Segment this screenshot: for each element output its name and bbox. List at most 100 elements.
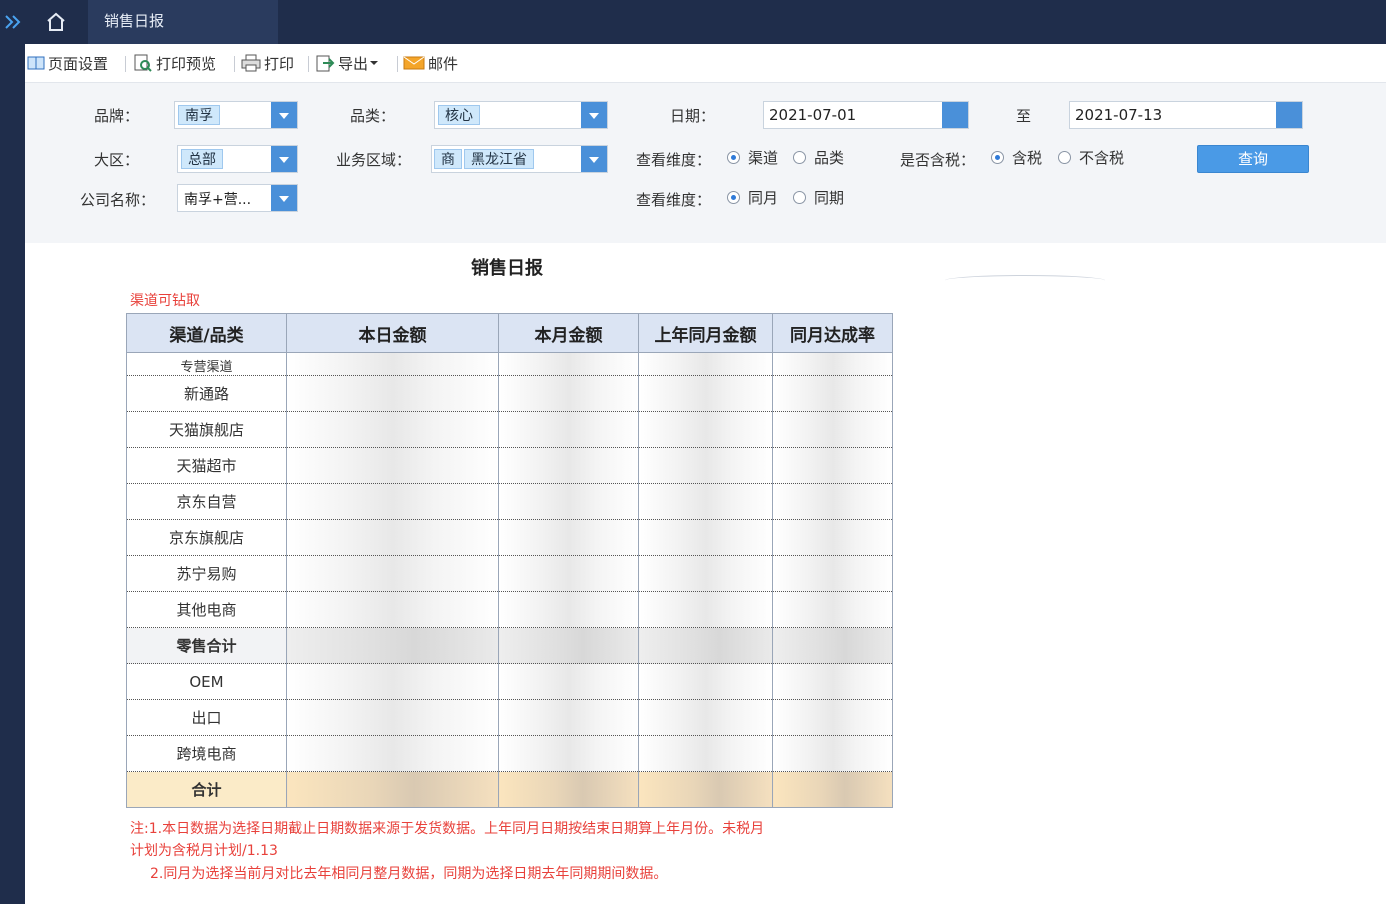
collapse-panel-handle[interactable] [945,275,1105,286]
radio-tax-excluded[interactable]: 不含税 [1058,147,1124,168]
print-preview-button[interactable]: 打印预览 [133,52,216,74]
table-row[interactable]: 京东自营 [126,483,893,520]
blurred-cell [286,555,499,592]
table-row[interactable]: 专营渠道 [126,352,893,376]
report-table: 渠道/品类 本日金额 本月金额 上年同月金额 同月达成率 专营渠道 新通路 天猫… [126,313,893,808]
blurred-cell [638,663,773,700]
col-header: 本日金额 [286,313,499,353]
radio-channel[interactable]: 渠道 [727,147,778,168]
date-to-field[interactable]: 2021-07-13 [1069,101,1303,129]
blurred-cell [638,591,773,628]
row-label[interactable]: 京东旗舰店 [126,519,287,556]
blurred-cell [772,699,893,736]
blurred-cell [772,519,893,556]
table-row[interactable]: 天猫旗舰店 [126,411,893,448]
blurred-cell [772,591,893,628]
chevron-down-icon[interactable] [581,102,607,128]
drilldown-hint: 渠道可钻取 [130,293,200,309]
export-button[interactable]: 导出 [315,52,383,74]
blurred-cell [286,699,499,736]
row-label[interactable]: 其他电商 [126,591,287,628]
chevron-down-icon[interactable] [271,102,297,128]
calendar-icon[interactable] [1276,102,1302,128]
blurred-cell [772,555,893,592]
radio-category[interactable]: 品类 [793,147,844,168]
blurred-cell [498,627,639,664]
radio-dot [991,151,1004,164]
row-label[interactable]: 京东自营 [126,483,287,520]
category-chip: 核心 [438,105,480,125]
biz-area-chip: 商 [434,149,462,169]
radio-same-month[interactable]: 同月 [727,187,778,208]
row-label[interactable]: 跨境电商 [126,735,287,772]
top-nav-bar: 销售日报 [0,0,1386,44]
row-label[interactable]: 出口 [126,699,287,736]
table-row[interactable]: 出口 [126,699,893,736]
blurred-cell [638,519,773,556]
expand-menu-icon[interactable] [4,12,22,32]
brand-chip: 南孚 [178,105,220,125]
total-row: 合计 [126,771,893,808]
radio-tax-excluded-label: 不含税 [1079,149,1125,167]
table-row[interactable]: 京东旗舰店 [126,519,893,556]
row-label[interactable]: 专营渠道 [126,352,287,376]
table-row[interactable]: 新通路 [126,375,893,412]
blurred-cell [286,519,499,556]
view-dimension-label: 查看维度： [635,151,711,169]
radio-same-month-label: 同月 [748,189,779,207]
toolbar-divider [125,56,126,72]
radio-category-label: 品类 [814,149,845,167]
blurred-cell [286,771,499,808]
page-setup-button[interactable]: 页面设置 [27,52,108,74]
blurred-cell [286,663,499,700]
calendar-icon[interactable] [942,102,968,128]
blurred-cell [638,735,773,772]
company-select[interactable]: 南孚+营... [177,184,298,212]
table-row[interactable]: 苏宁易购 [126,555,893,592]
blurred-cell [498,483,639,520]
table-row[interactable]: OEM [126,663,893,700]
table-row[interactable]: 跨境电商 [126,735,893,772]
category-label: 品类： [349,107,395,125]
footnote-line-2: 计划为含税月计划/1.13 [130,843,278,859]
mail-label: 邮件 [428,54,459,73]
region-label: 大区： [93,151,139,169]
tab-sales-daily[interactable]: 销售日报 [88,0,278,44]
mail-button[interactable]: 邮件 [403,52,458,74]
category-select[interactable]: 核心 [434,101,608,129]
chevron-down-icon[interactable] [581,146,607,172]
blurred-cell [772,483,893,520]
chevron-down-icon[interactable] [271,146,297,172]
export-icon [316,55,335,72]
brand-label: 品牌： [93,107,139,125]
blurred-cell [498,352,639,376]
to-label: 至 [1015,107,1031,125]
row-label[interactable]: 苏宁易购 [126,555,287,592]
page-setup-label: 页面设置 [48,54,109,73]
date-from-field[interactable]: 2021-07-01 [763,101,969,129]
col-header: 同月达成率 [772,313,893,353]
query-button[interactable]: 查询 [1197,145,1309,173]
table-row[interactable]: 其他电商 [126,591,893,628]
tax-label: 是否含税： [899,151,975,169]
printer-icon [241,54,261,72]
page-setup-icon [27,56,45,70]
chevron-down-icon[interactable] [271,185,297,211]
biz-area-select[interactable]: 商 黑龙江省 [431,145,608,173]
table-row[interactable]: 天猫超市 [126,447,893,484]
toolbar-divider [234,56,235,72]
biz-area-label: 业务区域： [335,151,411,169]
print-button[interactable]: 打印 [241,52,294,74]
main-content: 页面设置 打印预览 打印 导出 邮件 品牌： 南孚 品类： 核心 日期： 202… [25,44,1386,904]
row-label[interactable]: 新通路 [126,375,287,412]
home-icon[interactable] [44,10,68,34]
row-label[interactable]: 天猫超市 [126,447,287,484]
brand-select[interactable]: 南孚 [174,101,298,129]
region-select[interactable]: 总部 [177,145,298,173]
radio-same-period[interactable]: 同期 [793,187,844,208]
date-from-value: 2021-07-01 [769,106,857,124]
row-label[interactable]: OEM [126,663,287,700]
radio-tax-included[interactable]: 含税 [991,147,1042,168]
radio-same-period-label: 同期 [814,189,845,207]
row-label[interactable]: 天猫旗舰店 [126,411,287,448]
